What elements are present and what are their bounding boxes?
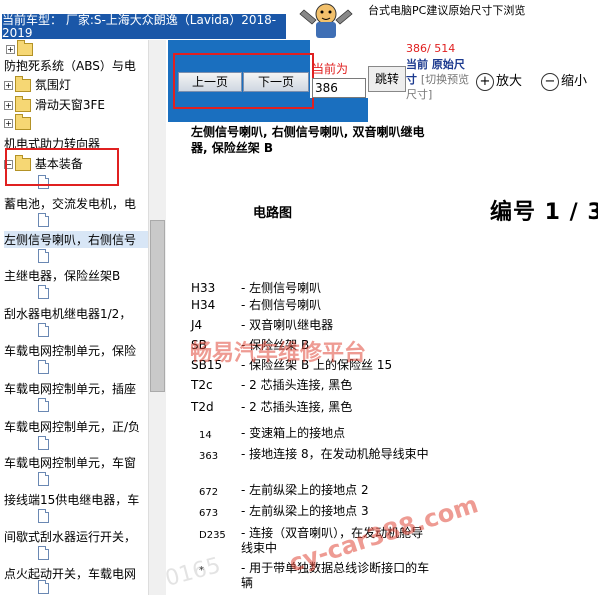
tree-item-label: 氛围灯 [34,78,71,92]
document-icon[interactable] [38,285,49,299]
tree-item-battery[interactable]: 蓄电池，交流发电机，电 [4,195,136,212]
tree-item-label: 防抱死系统（ABS）与电 [4,59,136,73]
legend-desc: - 2 芯插头连接, 黑色 [241,400,353,414]
legend-code: J4 [191,318,203,332]
tree-item-label: 主继电器，保险丝架B [4,269,121,283]
page-number-input[interactable] [312,78,366,98]
diagram-title: 电路图 [253,206,293,221]
legend-code: H34 [191,298,216,312]
legend-desc: - 双音喇叭继电器 [241,318,334,332]
original-size-toggle[interactable]: 当前 原始尺寸 [切换预览尺寸] [406,57,470,102]
legend-desc: - 左侧信号喇叭 [241,281,322,295]
watermark: 畅易汽车维修平台 [190,341,367,366]
tree-item-bcm-pos[interactable]: 车载电网控制单元，正/负 [4,418,140,435]
document-icon[interactable] [38,323,49,337]
tree-folder[interactable]: + [6,40,33,56]
legend-desc: - 接地连接 8，在发动机舱导线束中 [241,447,429,461]
legend-code: D235 [199,530,226,541]
legend-desc: - 右侧信号喇叭 [241,298,322,312]
tree-item-label: 接线端15供电继电器，车 [4,493,140,507]
tree-item-label: 刮水器电机继电器1/2， [4,307,132,321]
tree-item-label: 点火起动开关，车载电网 [4,567,137,581]
legend-code: 363 [199,451,219,462]
tree-scrollbar-thumb[interactable] [150,220,165,392]
tree-item-horn[interactable]: 左侧信号喇叭，右侧信号 [4,231,148,248]
tree-item-wiper-relay[interactable]: 刮水器电机继电器1/2， [4,305,131,322]
document-icon[interactable] [38,509,49,523]
document-icon[interactable] [38,249,49,263]
document-icon[interactable] [38,213,49,227]
diagram-heading: 左侧信号喇叭, 右侧信号喇叭, 双音喇叭继电器, 保险丝架 B [191,125,425,155]
tree-item-label: 蓄电池，交流发电机，电 [4,197,137,211]
folder-icon [17,40,33,56]
document-icon[interactable] [38,472,49,486]
tree-item-term15[interactable]: 接线端15供电继电器，车 [4,491,139,508]
current-page-label: 当前为 [312,62,349,76]
mechanic-icon [286,0,366,40]
legend-desc: - 变速箱上的接地点 [241,426,346,440]
tree-item-sunroof[interactable]: + 滑动天窗3FE [4,96,105,113]
folder-icon [15,76,31,92]
toolbar-blue-panel [310,98,368,122]
tree-folder[interactable]: + [4,114,31,130]
legend-code: T2c [191,378,213,392]
car-model-label: 当前车型： 厂家:S-上海大众朗逸（Lavida）2018-2019 [2,14,296,39]
document-number: 编号 1 / 3 [490,200,598,225]
tree-item-bcm-fuse[interactable]: 车载电网控制单元，保险 [4,342,136,359]
tree-item-abs[interactable]: 防抱死系统（ABS）与电 [4,57,136,74]
tree-item-label: 车载电网控制单元，车窗 [4,456,137,470]
folder-icon [15,114,31,130]
tree-item-label: 滑动天窗3FE [34,98,105,112]
zoom-out-button[interactable]: − 缩小 [541,70,587,91]
plus-icon: + [476,72,494,91]
tree-item-label: 左侧信号喇叭，右侧信号 [4,233,137,247]
legend-code: 672 [199,487,219,498]
legend-desc: - 左前纵梁上的接地点 2 [241,483,369,497]
legend-code: T2d [191,400,214,414]
legend-code: 14 [199,430,212,441]
header-bar: 当前车型： 厂家:S-上海大众朗逸（Lavida）2018-2019 台式电脑P… [0,0,598,40]
legend-code: 673 [199,508,219,519]
tree-item-bcm-socket[interactable]: 车载电网控制单元，插座 [4,380,136,397]
tree-item-label: 间歇式刮水器运行开关， [4,530,137,544]
tree-item-label: 车载电网控制单元，正/负 [4,420,141,434]
tree-panel: + 防抱死系统（ABS）与电 + 氛围灯 + 滑动天窗3FE + 机电式助力转向… [0,40,165,595]
minus-icon: − [541,72,559,91]
zoom-out-label: 缩小 [561,74,588,89]
tree-item-ambient[interactable]: + 氛围灯 [4,76,71,93]
zoom-in-button[interactable]: + 放大 [476,70,522,91]
jump-button[interactable]: 跳转 [368,66,406,92]
zoom-in-label: 放大 [496,74,523,89]
tree-item-label: 车载电网控制单元，插座 [4,382,137,396]
legend-code: H33 [191,281,216,295]
folder-icon [15,96,31,112]
document-icon[interactable] [38,580,49,594]
highlight-box [5,148,119,186]
tree-item-main-relay[interactable]: 主继电器，保险丝架B [4,267,120,284]
tree-item-bcm-window[interactable]: 车载电网控制单元，车窗 [4,454,136,471]
document-icon[interactable] [38,398,49,412]
page-count: 386/ 514 [406,42,456,55]
app-window: 当前车型： 厂家:S-上海大众朗逸（Lavida）2018-2019 台式电脑P… [0,0,598,595]
tree-item-wiper-switch[interactable]: 间歇式刮水器运行开关， [4,528,136,545]
view-tip: 台式电脑PC建议原始尺寸下浏览 [368,4,526,17]
legend-desc: - 用于带单独数据总线诊断接口的车辆 [241,561,430,590]
legend-desc: - 2 芯插头连接, 黑色 [241,378,353,392]
tree-item-ignition[interactable]: 点火起动开关，车载电网 [4,565,136,582]
tree-item-label: 车载电网控制单元，保险 [4,344,137,358]
highlight-box [173,53,314,109]
document-icon[interactable] [38,436,49,450]
document-icon[interactable] [38,360,49,374]
document-icon[interactable] [38,546,49,560]
